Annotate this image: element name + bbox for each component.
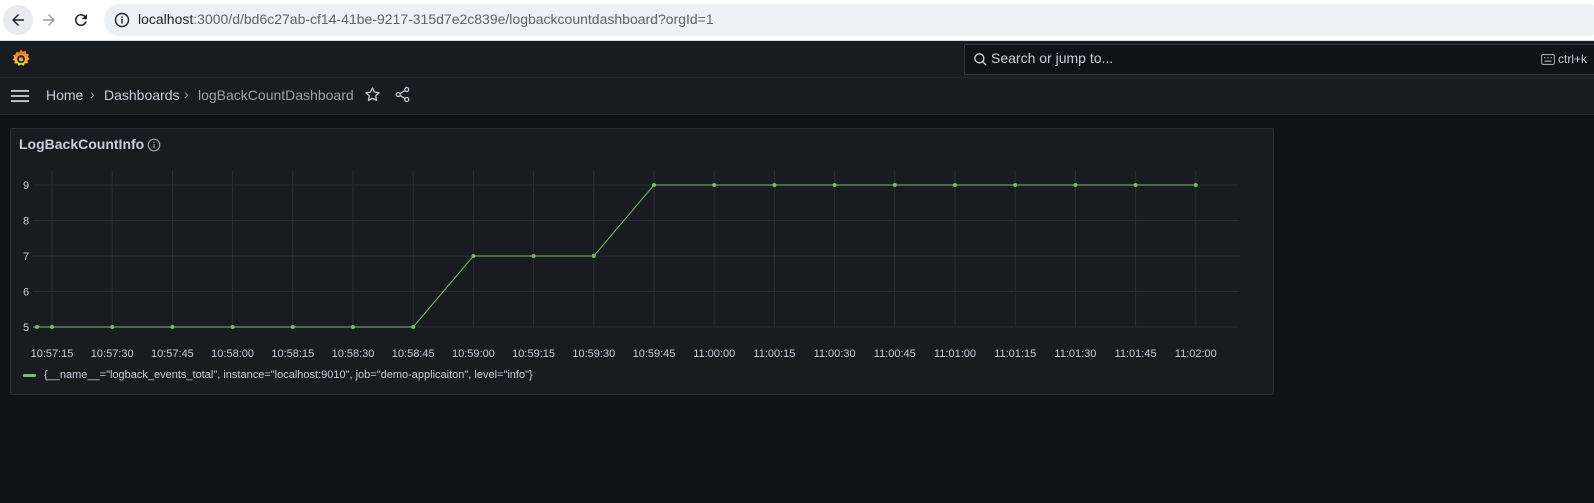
legend-swatch — [23, 373, 36, 377]
share-icon[interactable] — [394, 86, 411, 103]
timeseries-panel[interactable]: LogBackCountInfo 5 6 7 8 9 10:57:15 10:57:30 10… — [10, 128, 1274, 395]
x-tick-label: 10:58:45 — [392, 348, 435, 360]
data-point — [1013, 183, 1018, 187]
x-tick-label: 11:01:30 — [1054, 348, 1096, 360]
data-point — [591, 254, 596, 258]
data-point — [832, 183, 837, 187]
x-tick-label: 10:59:15 — [512, 348, 555, 360]
breadcrumb-bar: Home › Dashboards › logBackCountDashboar… — [0, 78, 1594, 115]
x-tick-label: 10:58:30 — [332, 348, 375, 360]
keyboard-icon — [1541, 54, 1555, 65]
x-tick-label: 11:01:15 — [994, 348, 1036, 360]
search-icon — [974, 53, 987, 66]
data-point — [50, 325, 54, 329]
x-tick-label: 11:00:45 — [874, 348, 916, 360]
address-bar[interactable]: localhost:3000/d/bd6c27ab-cf14-41be-9217… — [104, 4, 1594, 36]
forward-button[interactable] — [34, 5, 64, 35]
url-text: localhost:3000/d/bd6c27ab-cf14-41be-9217… — [138, 11, 714, 27]
grafana-logo-icon[interactable] — [10, 48, 32, 70]
y-tick-label: 6 — [23, 287, 29, 299]
x-tick-label: 10:59:00 — [452, 348, 495, 360]
search-input[interactable]: Search or jump to... ctrl+k — [964, 44, 1594, 75]
legend-label[interactable]: {__name__="logback_events_total", instan… — [44, 369, 533, 381]
data-point — [1133, 183, 1138, 187]
url-path: :3000/d/bd6c27ab-cf14-41be-9217-315d7e2c… — [193, 11, 714, 27]
data-point — [892, 183, 897, 187]
data-point — [471, 254, 476, 258]
data-point — [531, 254, 536, 258]
breadcrumb-dashboards[interactable]: Dashboards — [104, 87, 180, 103]
reload-icon — [74, 14, 87, 27]
star-icon[interactable] — [364, 86, 381, 103]
x-tick-label: 11:00:30 — [814, 348, 856, 360]
data-point — [953, 183, 957, 187]
x-tick-label: 10:59:30 — [572, 348, 615, 360]
browser-toolbar: localhost:3000/d/bd6c27ab-cf14-41be-9217… — [0, 0, 1594, 41]
search-placeholder: Search or jump to... — [991, 50, 1114, 66]
breadcrumb-current: logBackCountDashboard — [198, 87, 354, 103]
data-point — [351, 325, 355, 329]
line-chart: 5 6 7 8 9 10:57:15 10:57:30 10:57:45 10:58:00 10:… — [23, 171, 1239, 360]
data-point — [35, 325, 39, 329]
arrow-left-icon — [12, 14, 24, 26]
y-tick-label: 5 — [23, 322, 29, 334]
chart-legend: {__name__="logback_events_total", instan… — [23, 367, 533, 383]
breadcrumb-separator: › — [90, 86, 95, 102]
site-info-icon[interactable] — [114, 12, 130, 28]
data-point — [1193, 183, 1198, 187]
data-point — [1073, 183, 1078, 187]
x-tick-label: 11:01:00 — [934, 348, 976, 360]
y-tick-label: 9 — [23, 180, 29, 192]
data-point — [110, 325, 115, 329]
grafana-top-nav: Search or jump to... ctrl+k — [0, 41, 1594, 78]
url-host: localhost — [138, 11, 194, 27]
x-tick-label: 11:02:00 — [1175, 348, 1217, 360]
data-point — [712, 183, 717, 187]
reload-button[interactable] — [66, 5, 96, 35]
shortcut-hint: ctrl+k — [1558, 52, 1588, 66]
x-tick-label: 11:00:15 — [753, 348, 795, 360]
x-tick-label: 10:59:45 — [633, 348, 676, 360]
x-tick-label: 11:01:45 — [1115, 348, 1157, 360]
x-tick-label: 10:57:15 — [31, 348, 74, 360]
x-tick-label: 10:57:30 — [91, 348, 134, 360]
breadcrumb-home[interactable]: Home — [46, 87, 83, 103]
x-tick-label: 10:58:15 — [271, 348, 314, 360]
data-point — [170, 325, 175, 329]
data-point — [772, 183, 777, 187]
data-point — [230, 325, 235, 329]
y-tick-label: 7 — [23, 251, 29, 263]
back-button[interactable] — [3, 5, 33, 35]
breadcrumb-separator: › — [184, 86, 189, 102]
arrow-right-icon — [43, 14, 55, 26]
x-tick-label: 10:57:45 — [151, 348, 194, 360]
x-tick-label: 11:00:00 — [693, 348, 735, 360]
x-tick-label: 10:58:00 — [211, 348, 254, 360]
hamburger-menu-icon[interactable] — [10, 86, 30, 106]
data-point — [290, 325, 295, 329]
y-tick-label: 8 — [23, 216, 29, 228]
data-point — [652, 183, 656, 187]
data-point — [411, 325, 416, 329]
